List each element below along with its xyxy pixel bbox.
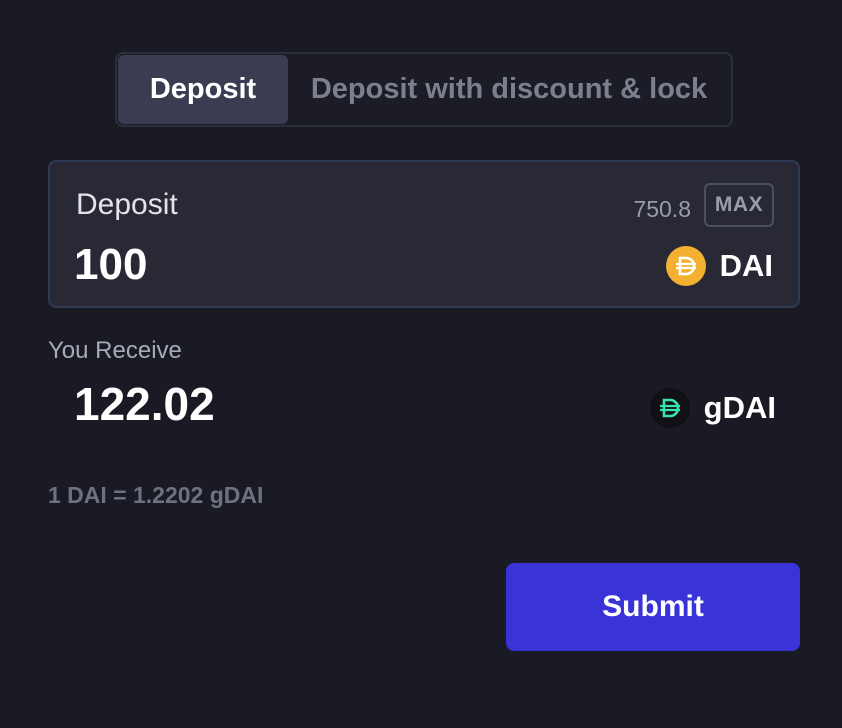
gdai-token-icon [649, 388, 690, 428]
tab-deposit-with-discount-lock[interactable]: Deposit with discount & lock [288, 55, 730, 124]
deposit-input-card: Deposit 750.8 MAX DAI [48, 160, 800, 308]
deposit-token: DAI [665, 246, 773, 286]
tab-deposit[interactable]: Deposit [118, 55, 288, 124]
deposit-label: Deposit [76, 188, 178, 221]
receive-amount: 122.02 [74, 378, 215, 430]
receive-label: You Receive [48, 337, 182, 364]
wallet-balance: 750.8 [633, 196, 691, 222]
receive-token-symbol: gDAI [703, 390, 776, 425]
submit-button[interactable]: Submit [506, 563, 800, 651]
exchange-rate: 1 DAI = 1.2202 gDAI [48, 482, 264, 508]
deposit-mode-tabs: Deposit Deposit with discount & lock [115, 52, 733, 127]
deposit-panel: Deposit Deposit with discount & lock Dep… [0, 0, 842, 728]
max-button[interactable]: MAX [704, 183, 774, 227]
dai-token-icon [665, 246, 706, 286]
deposit-token-symbol: DAI [719, 248, 773, 283]
receive-token: gDAI [649, 388, 776, 428]
deposit-amount-input[interactable] [74, 236, 494, 294]
